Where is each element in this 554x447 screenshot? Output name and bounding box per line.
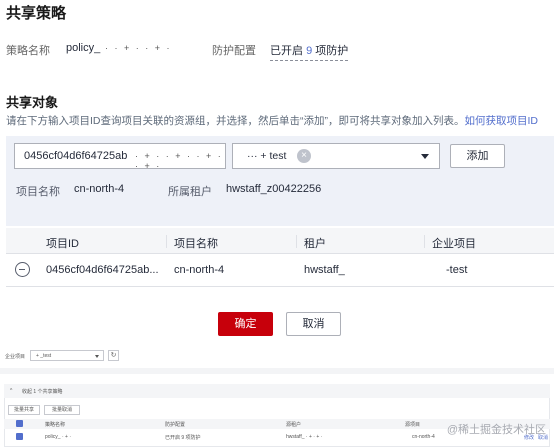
enterprise-project-select[interactable]: + _test <box>30 350 104 361</box>
protect-count: 9 <box>306 45 313 57</box>
row-checkbox[interactable] <box>16 433 23 440</box>
confirm-button[interactable]: 确定 <box>218 312 273 336</box>
mini-row-tenant: hwstaff_ · + · + · <box>286 434 323 440</box>
resource-group-tag: ··· + test <box>247 150 287 162</box>
row-project-name: cn-north-4 <box>174 264 225 276</box>
share-description: 请在下方输入项目ID查询项目关联的资源组，并选择，然后单击“添加”，即可将共享对… <box>6 113 538 128</box>
batch-cancel-button[interactable]: 批量取消 <box>44 405 80 415</box>
mini-col-protect: 防护配置 <box>165 422 186 428</box>
enterprise-project-label: 企业项目 <box>5 354 26 360</box>
chevron-down-icon[interactable] <box>421 154 429 159</box>
share-section-title: 共享对象 <box>6 95 59 110</box>
protect-config-value[interactable]: 已开启 9 项防护 <box>270 42 349 61</box>
cancel-button[interactable]: 取消 <box>286 312 341 336</box>
share-description-text: 请在下方输入项目ID查询项目关联的资源组，并选择，然后单击“添加”，即可将共享对… <box>6 115 465 127</box>
mini-col-tenant: 源租户 <box>286 422 302 428</box>
tenant-value: hwstaff_z00422256 <box>226 183 322 195</box>
col-project-name: 项目名称 <box>174 238 218 250</box>
mini-row-protect: 已开启 9 项防护 <box>165 435 201 441</box>
mini-row-name: policy_ · + · <box>45 434 71 440</box>
policy-name-label: 策略名称 <box>6 45 50 57</box>
enterprise-project-value: + _test <box>36 353 52 359</box>
policy-name-value: policy_ <box>66 42 101 54</box>
project-name-value: cn-north-4 <box>74 183 125 195</box>
col-enterprise-project: 企业项目 <box>432 238 476 250</box>
remove-icon[interactable] <box>15 262 30 277</box>
project-id-value: 0456cf04d6f64725ab <box>24 150 128 162</box>
resource-group-select[interactable]: ··· + test × <box>232 143 440 169</box>
tenant-label: 所属租户 <box>168 186 212 198</box>
table-row: 0456cf04d6f64725ab... cn-north-4 hwstaff… <box>6 255 554 287</box>
section-title: 收起 1 个共享策略 <box>22 389 63 395</box>
col-tenant: 租户 <box>304 238 326 250</box>
col-project-id: 项目ID <box>46 238 79 250</box>
add-button[interactable]: 添加 <box>450 144 505 168</box>
mini-col-name: 策略名称 <box>45 422 66 428</box>
protect-config-label: 防护配置 <box>212 45 256 57</box>
watermark: @稀土掘金技术社区 <box>446 424 546 436</box>
mini-col-project: 源项目 <box>405 422 421 428</box>
row-project-id: 0456cf04d6f64725ab... <box>46 264 159 276</box>
close-icon[interactable]: × <box>297 149 311 163</box>
page-title: 共享策略 <box>6 5 67 22</box>
table-header: 项目ID 项目名称 租户 企业项目 <box>6 228 554 254</box>
mini-row-project: cn-north-4 <box>412 434 435 440</box>
protect-prefix: 已开启 <box>270 45 303 57</box>
collapse-icon[interactable]: ^ <box>10 388 12 394</box>
row-enterprise-project: -test <box>446 264 468 276</box>
project-name-label: 项目名称 <box>16 186 60 198</box>
project-id-input[interactable]: 0456cf04d6f64725ab · + · · + · · + · · +… <box>14 143 226 171</box>
protect-suffix: 项防护 <box>315 45 349 57</box>
row-tenant: hwstaff_ <box>304 264 345 276</box>
refresh-icon[interactable]: ↻ <box>108 350 119 361</box>
project-id-mask: · + · · + · · + · · + · <box>135 151 223 171</box>
batch-share-button[interactable]: 批量共享 <box>8 405 40 415</box>
divider-band <box>0 368 554 374</box>
help-link[interactable]: 如何获取项目ID <box>465 115 539 127</box>
chevron-down-icon <box>95 355 99 358</box>
select-all-checkbox[interactable] <box>16 420 23 427</box>
policy-name-mask: · · + · · + · <box>105 43 172 53</box>
shared-policy-section-header[interactable]: ^ 收起 1 个共享策略 <box>4 384 550 398</box>
